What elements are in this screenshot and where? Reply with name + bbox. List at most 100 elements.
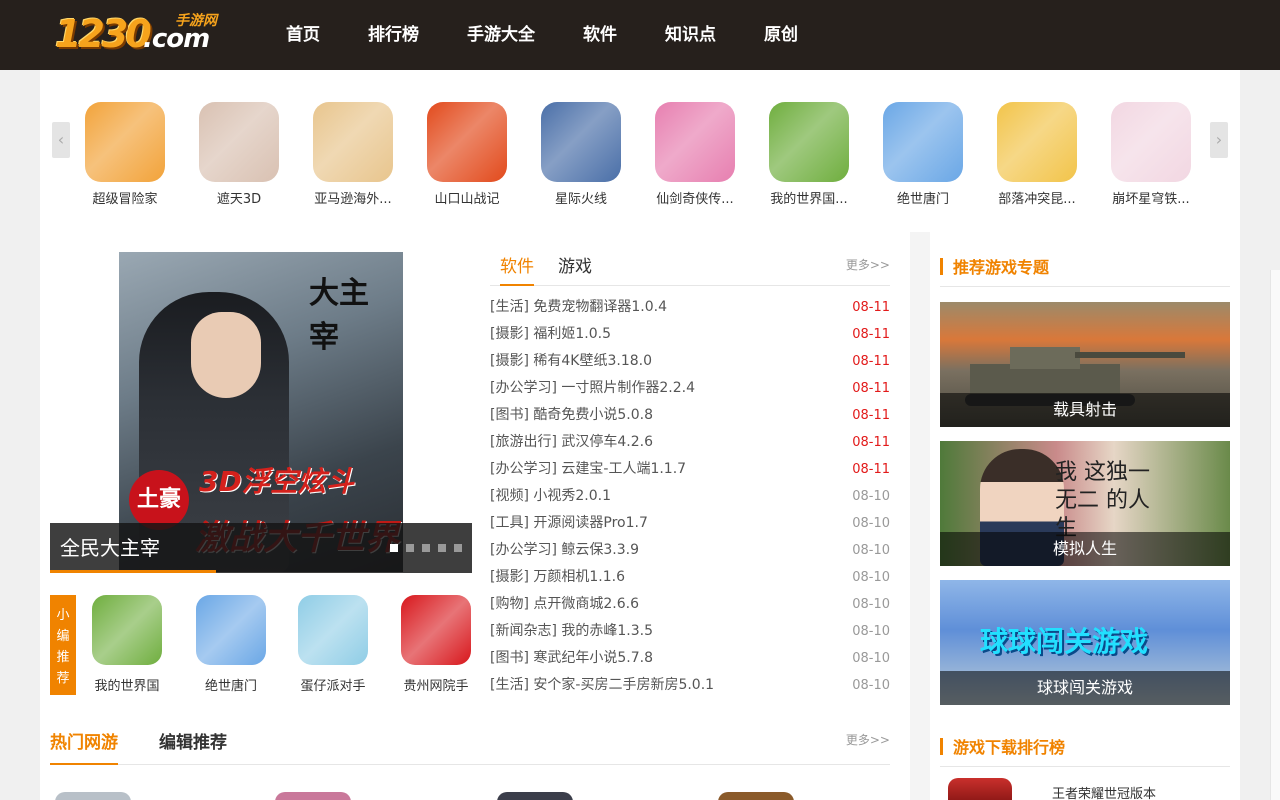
star-rail-game-icon[interactable] — [1111, 102, 1191, 182]
news-title[interactable]: 武汉停车4.2.6 — [561, 434, 653, 450]
news-item[interactable]: [生活] 安个家-买房二手房新房5.0.1 08-10 — [490, 672, 890, 699]
amazon-icon[interactable] — [313, 102, 393, 182]
carousel-app[interactable]: 星际火线 — [526, 102, 636, 207]
news-category[interactable]: [摄影] — [490, 326, 529, 342]
minecraft-icon[interactable] — [769, 102, 849, 182]
news-item[interactable]: [新闻杂志] 我的赤峰1.3.5 08-10 — [490, 618, 890, 645]
news-item[interactable]: [摄影] 稀有4K壁纸3.18.0 08-11 — [490, 348, 890, 375]
clash-game-icon[interactable] — [997, 102, 1077, 182]
news-category[interactable]: [生活] — [490, 677, 529, 693]
editor-pick-item[interactable]: 贵州网院手 — [386, 595, 486, 694]
carousel-app-name[interactable]: 绝世唐门 — [868, 188, 978, 207]
news-item[interactable]: [办公学习] 鲸云保3.3.9 08-10 — [490, 537, 890, 564]
news-category[interactable]: [摄影] — [490, 353, 529, 369]
nav-knowledge[interactable]: 知识点 — [641, 0, 740, 70]
carousel-app-name[interactable]: 部落冲突昆... — [982, 188, 1092, 207]
minecraft-icon[interactable] — [92, 595, 162, 665]
carousel-app[interactable]: 山口山战记 — [412, 102, 522, 207]
nav-games[interactable]: 手游大全 — [443, 0, 559, 70]
news-item[interactable]: [办公学习] 云建宝-工人端1.1.7 08-11 — [490, 456, 890, 483]
news-title[interactable]: 万颜相机1.1.6 — [533, 569, 625, 585]
news-more-link[interactable]: 更多>> — [846, 256, 890, 273]
nav-ranking[interactable]: 排行榜 — [344, 0, 443, 70]
tab-editor-recommend[interactable]: 编辑推荐 — [159, 728, 227, 765]
portrait-game-icon[interactable] — [199, 102, 279, 182]
carousel-app[interactable]: 崩坏星穹铁... — [1096, 102, 1206, 207]
slide-caption[interactable]: 全民大主宰 — [60, 523, 160, 573]
carousel-app-name[interactable]: 我的世界国... — [754, 188, 864, 207]
carousel-next-button[interactable]: › — [1210, 122, 1228, 158]
news-title[interactable]: 我的赤峰1.3.5 — [561, 623, 653, 639]
carousel-app-name[interactable]: 仙剑奇侠传... — [640, 188, 750, 207]
editor-pick-name[interactable]: 贵州网院手 — [386, 675, 486, 694]
game-icon-peek[interactable] — [718, 792, 794, 800]
carousel-app[interactable]: 超级冒险家 — [70, 102, 180, 207]
nav-home[interactable]: 首页 — [262, 0, 344, 70]
news-item[interactable]: [视频] 小视秀2.0.1 08-10 — [490, 483, 890, 510]
news-title[interactable]: 点开微商城2.6.6 — [533, 596, 639, 612]
news-title[interactable]: 福利姬1.0.5 — [533, 326, 611, 342]
news-item[interactable]: [工具] 开源阅读器Pro1.7 08-10 — [490, 510, 890, 537]
slide-dot-4[interactable] — [438, 544, 446, 552]
anime-girl-game-icon[interactable] — [655, 102, 735, 182]
news-category[interactable]: [新闻杂志] — [490, 623, 557, 639]
editor-pick-item[interactable]: 我的世界国 — [77, 595, 177, 694]
tab-hot-online-games[interactable]: 热门网游 — [50, 728, 118, 765]
editor-pick-item[interactable]: 蛋仔派对手 — [283, 595, 383, 694]
slide-dot-1[interactable] — [390, 544, 398, 552]
tangmen-game-icon[interactable] — [883, 102, 963, 182]
carousel-app-name[interactable]: 星际火线 — [526, 188, 636, 207]
news-title[interactable]: 开源阅读器Pro1.7 — [533, 515, 647, 531]
news-category[interactable]: [办公学习] — [490, 542, 557, 558]
news-category[interactable]: [视频] — [490, 488, 529, 504]
news-category[interactable]: [图书] — [490, 650, 529, 666]
editor-pick-name[interactable]: 绝世唐门 — [181, 675, 281, 694]
news-category[interactable]: [旅游出行] — [490, 434, 557, 450]
topic-card-life-sim[interactable]: 我 这独一无二 的人生 模拟人生 — [940, 441, 1230, 566]
guizhou-college-icon[interactable] — [401, 595, 471, 665]
carousel-app[interactable]: 部落冲突昆... — [982, 102, 1092, 207]
topic-card-vehicle-shooting[interactable]: 载具射击 — [940, 302, 1230, 427]
game-icon-peek[interactable] — [497, 792, 573, 800]
news-item[interactable]: [办公学习] 一寸照片制作器2.2.4 08-11 — [490, 375, 890, 402]
site-logo[interactable]: 1230 手游网 .com — [55, 8, 255, 62]
news-title[interactable]: 鲸云保3.3.9 — [561, 542, 639, 558]
news-item[interactable]: [摄影] 万颜相机1.1.6 08-10 — [490, 564, 890, 591]
slide-dot-3[interactable] — [422, 544, 430, 552]
news-title[interactable]: 寒武纪年小说5.7.8 — [533, 650, 653, 666]
slide-dot-2[interactable] — [406, 544, 414, 552]
carousel-app-name[interactable]: 崩坏星穹铁... — [1096, 188, 1206, 207]
news-title[interactable]: 酷奇免费小说5.0.8 — [533, 407, 653, 423]
editor-pick-name[interactable]: 我的世界国 — [77, 675, 177, 694]
mushroom-game-icon[interactable] — [85, 102, 165, 182]
news-item[interactable]: [生活] 免费宠物翻译器1.0.4 08-11 — [490, 294, 890, 321]
soldier-game-icon[interactable] — [541, 102, 621, 182]
carousel-app-name[interactable]: 超级冒险家 — [70, 188, 180, 207]
news-title[interactable]: 小视秀2.0.1 — [533, 488, 611, 504]
editor-pick-item[interactable]: 绝世唐门 — [181, 595, 281, 694]
news-category[interactable]: [摄影] — [490, 569, 529, 585]
news-title[interactable]: 云建宝-工人端1.1.7 — [561, 461, 686, 477]
nav-software[interactable]: 软件 — [559, 0, 641, 70]
ranking-1-name[interactable]: 王者荣耀世冠版本 — [1052, 783, 1156, 800]
news-item[interactable]: [旅游出行] 武汉停车4.2.6 08-11 — [490, 429, 890, 456]
news-item[interactable]: [图书] 酷奇免费小说5.0.8 08-11 — [490, 402, 890, 429]
news-item[interactable]: [图书] 寒武纪年小说5.7.8 08-10 — [490, 645, 890, 672]
news-title[interactable]: 一寸照片制作器2.2.4 — [561, 380, 695, 396]
news-category[interactable]: [图书] — [490, 407, 529, 423]
news-category[interactable]: [办公学习] — [490, 380, 557, 396]
carousel-app-name[interactable]: 遮天3D — [184, 188, 294, 207]
news-category[interactable]: [生活] — [490, 299, 529, 315]
carousel-app[interactable]: 绝世唐门 — [868, 102, 978, 207]
game-icon-peek[interactable] — [275, 792, 351, 800]
carousel-prev-button[interactable]: ‹ — [52, 122, 70, 158]
tab-games[interactable]: 游戏 — [558, 252, 592, 286]
topic-card-ball-game[interactable]: 球球闯关游戏 球球闯关游戏 — [940, 580, 1230, 705]
tangmen-game-icon[interactable] — [196, 595, 266, 665]
news-category[interactable]: [购物] — [490, 596, 529, 612]
news-category[interactable]: [办公学习] — [490, 461, 557, 477]
news-title[interactable]: 稀有4K壁纸3.18.0 — [533, 353, 652, 369]
game-icon-peek[interactable] — [55, 792, 131, 800]
carousel-app[interactable]: 亚马逊海外... — [298, 102, 408, 207]
ranking-1-icon[interactable] — [948, 778, 1012, 800]
